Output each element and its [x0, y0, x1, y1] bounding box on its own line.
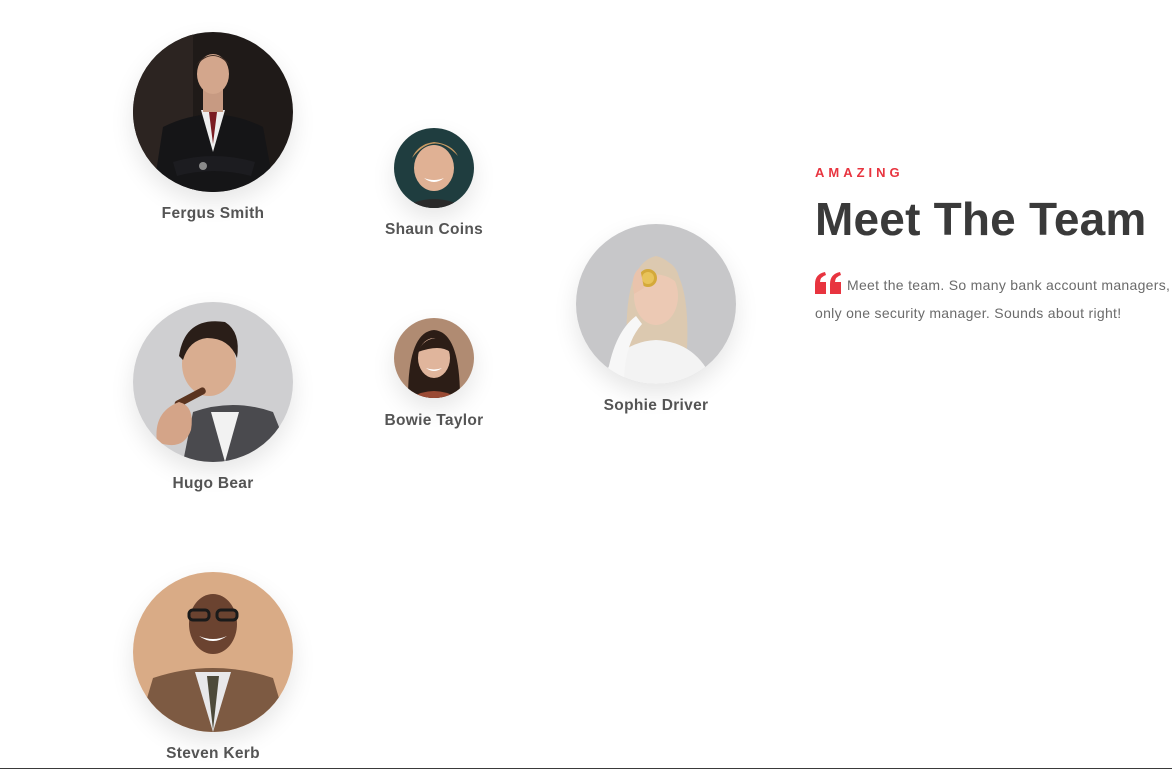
team-member-card[interactable]: Fergus Smith — [132, 32, 294, 223]
member-photo[interactable] — [576, 224, 736, 384]
intro-quote: Meet the team. So many bank account mana… — [815, 271, 1172, 327]
quote-icon — [815, 271, 842, 294]
team-section: Fergus Smith Shaun Coins Hugo Bear Bowie… — [0, 0, 1172, 769]
team-intro: AMAZING Meet The Team Meet the team. So … — [815, 165, 1172, 327]
member-photo[interactable] — [133, 32, 293, 192]
team-member-card[interactable]: Shaun Coins — [374, 128, 494, 239]
quote-text: Meet the team. So many bank account mana… — [815, 276, 1171, 321]
member-photo[interactable] — [394, 318, 474, 398]
team-member-card[interactable]: Steven Kerb — [132, 572, 294, 763]
member-photo[interactable] — [394, 128, 474, 208]
member-name: Steven Kerb — [166, 745, 260, 762]
member-name: Bowie Taylor — [384, 412, 484, 429]
member-name: Shaun Coins — [384, 221, 484, 238]
member-name: Hugo Bear — [172, 475, 254, 492]
team-member-card[interactable]: Hugo Bear — [132, 302, 294, 493]
member-name: Fergus Smith — [161, 205, 265, 222]
member-photo[interactable] — [133, 572, 293, 732]
team-member-card[interactable]: Bowie Taylor — [374, 318, 494, 430]
member-photo[interactable] — [133, 302, 293, 462]
member-name: Sophie Driver — [603, 397, 709, 414]
section-title: Meet The Team — [815, 193, 1147, 245]
section-eyebrow: AMAZING — [815, 165, 904, 180]
team-member-card[interactable]: Sophie Driver — [575, 224, 737, 415]
